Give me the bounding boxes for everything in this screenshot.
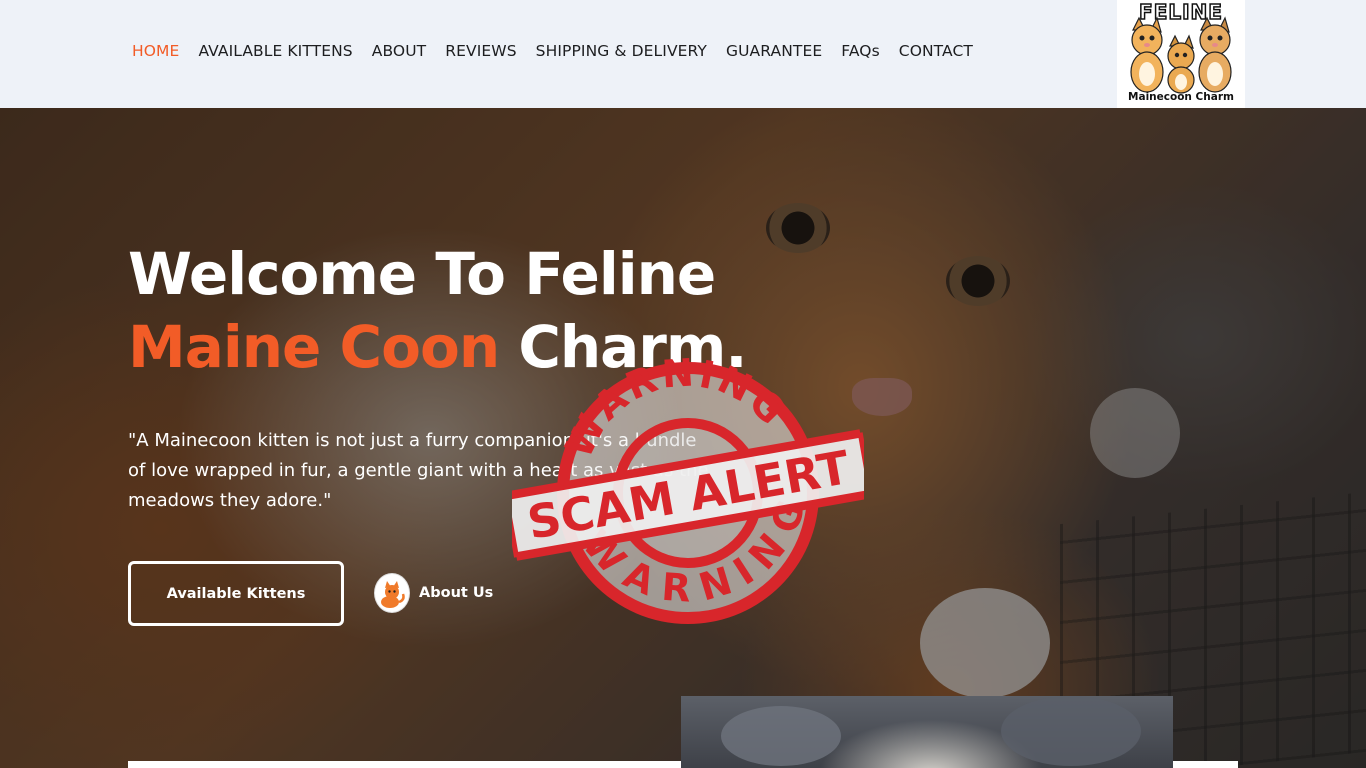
nav-available-kittens[interactable]: AVAILABLE KITTENS: [198, 42, 352, 60]
site-logo[interactable]: FELINE Mainecoon Charm: [1117, 0, 1245, 108]
nav-reviews[interactable]: REVIEWS: [445, 42, 516, 60]
nav-home[interactable]: HOME: [132, 42, 179, 60]
headline-orange: Maine Coon: [128, 313, 500, 381]
main-nav: HOME AVAILABLE KITTENS ABOUT REVIEWS SHI…: [132, 42, 992, 60]
feature-photo: [681, 696, 1173, 768]
available-kittens-button[interactable]: Available Kittens: [128, 561, 344, 626]
cat-icon: [374, 573, 410, 613]
nav-faqs[interactable]: FAQs: [841, 42, 880, 60]
logo-subtitle: Mainecoon Charm: [1128, 91, 1234, 103]
site-header: HOME AVAILABLE KITTENS ABOUT REVIEWS SHI…: [0, 0, 1366, 108]
hero-section: Welcome To Feline Maine Coon Charm. "A M…: [0, 108, 1366, 768]
nav-about[interactable]: ABOUT: [372, 42, 426, 60]
about-us-link[interactable]: About Us: [374, 573, 493, 613]
nav-contact[interactable]: CONTACT: [899, 42, 973, 60]
headline-line1: Welcome To Feline: [128, 240, 716, 308]
nav-shipping-delivery[interactable]: SHIPPING & DELIVERY: [536, 42, 707, 60]
about-us-label: About Us: [419, 585, 494, 601]
scam-alert-stamp-icon: WARNING WARNING SCAM ALERT: [512, 358, 864, 628]
nav-guarantee[interactable]: GUARANTEE: [726, 42, 822, 60]
